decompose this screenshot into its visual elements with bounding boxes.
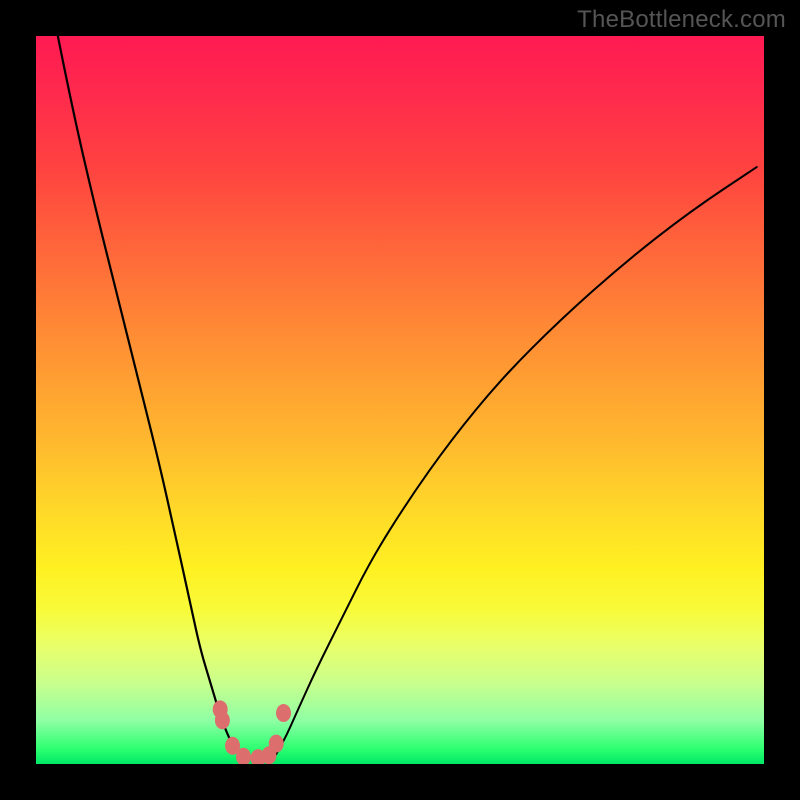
right-branch-curve	[273, 167, 757, 760]
curve-svg	[36, 36, 764, 764]
marker-dot	[269, 735, 284, 753]
left-branch-curve	[58, 36, 244, 760]
chart-frame: TheBottleneck.com	[0, 0, 800, 800]
plot-area	[36, 36, 764, 764]
watermark-text: TheBottleneck.com	[577, 6, 786, 34]
marker-cluster	[213, 700, 291, 764]
marker-dot	[215, 711, 230, 729]
marker-dot	[276, 704, 291, 722]
